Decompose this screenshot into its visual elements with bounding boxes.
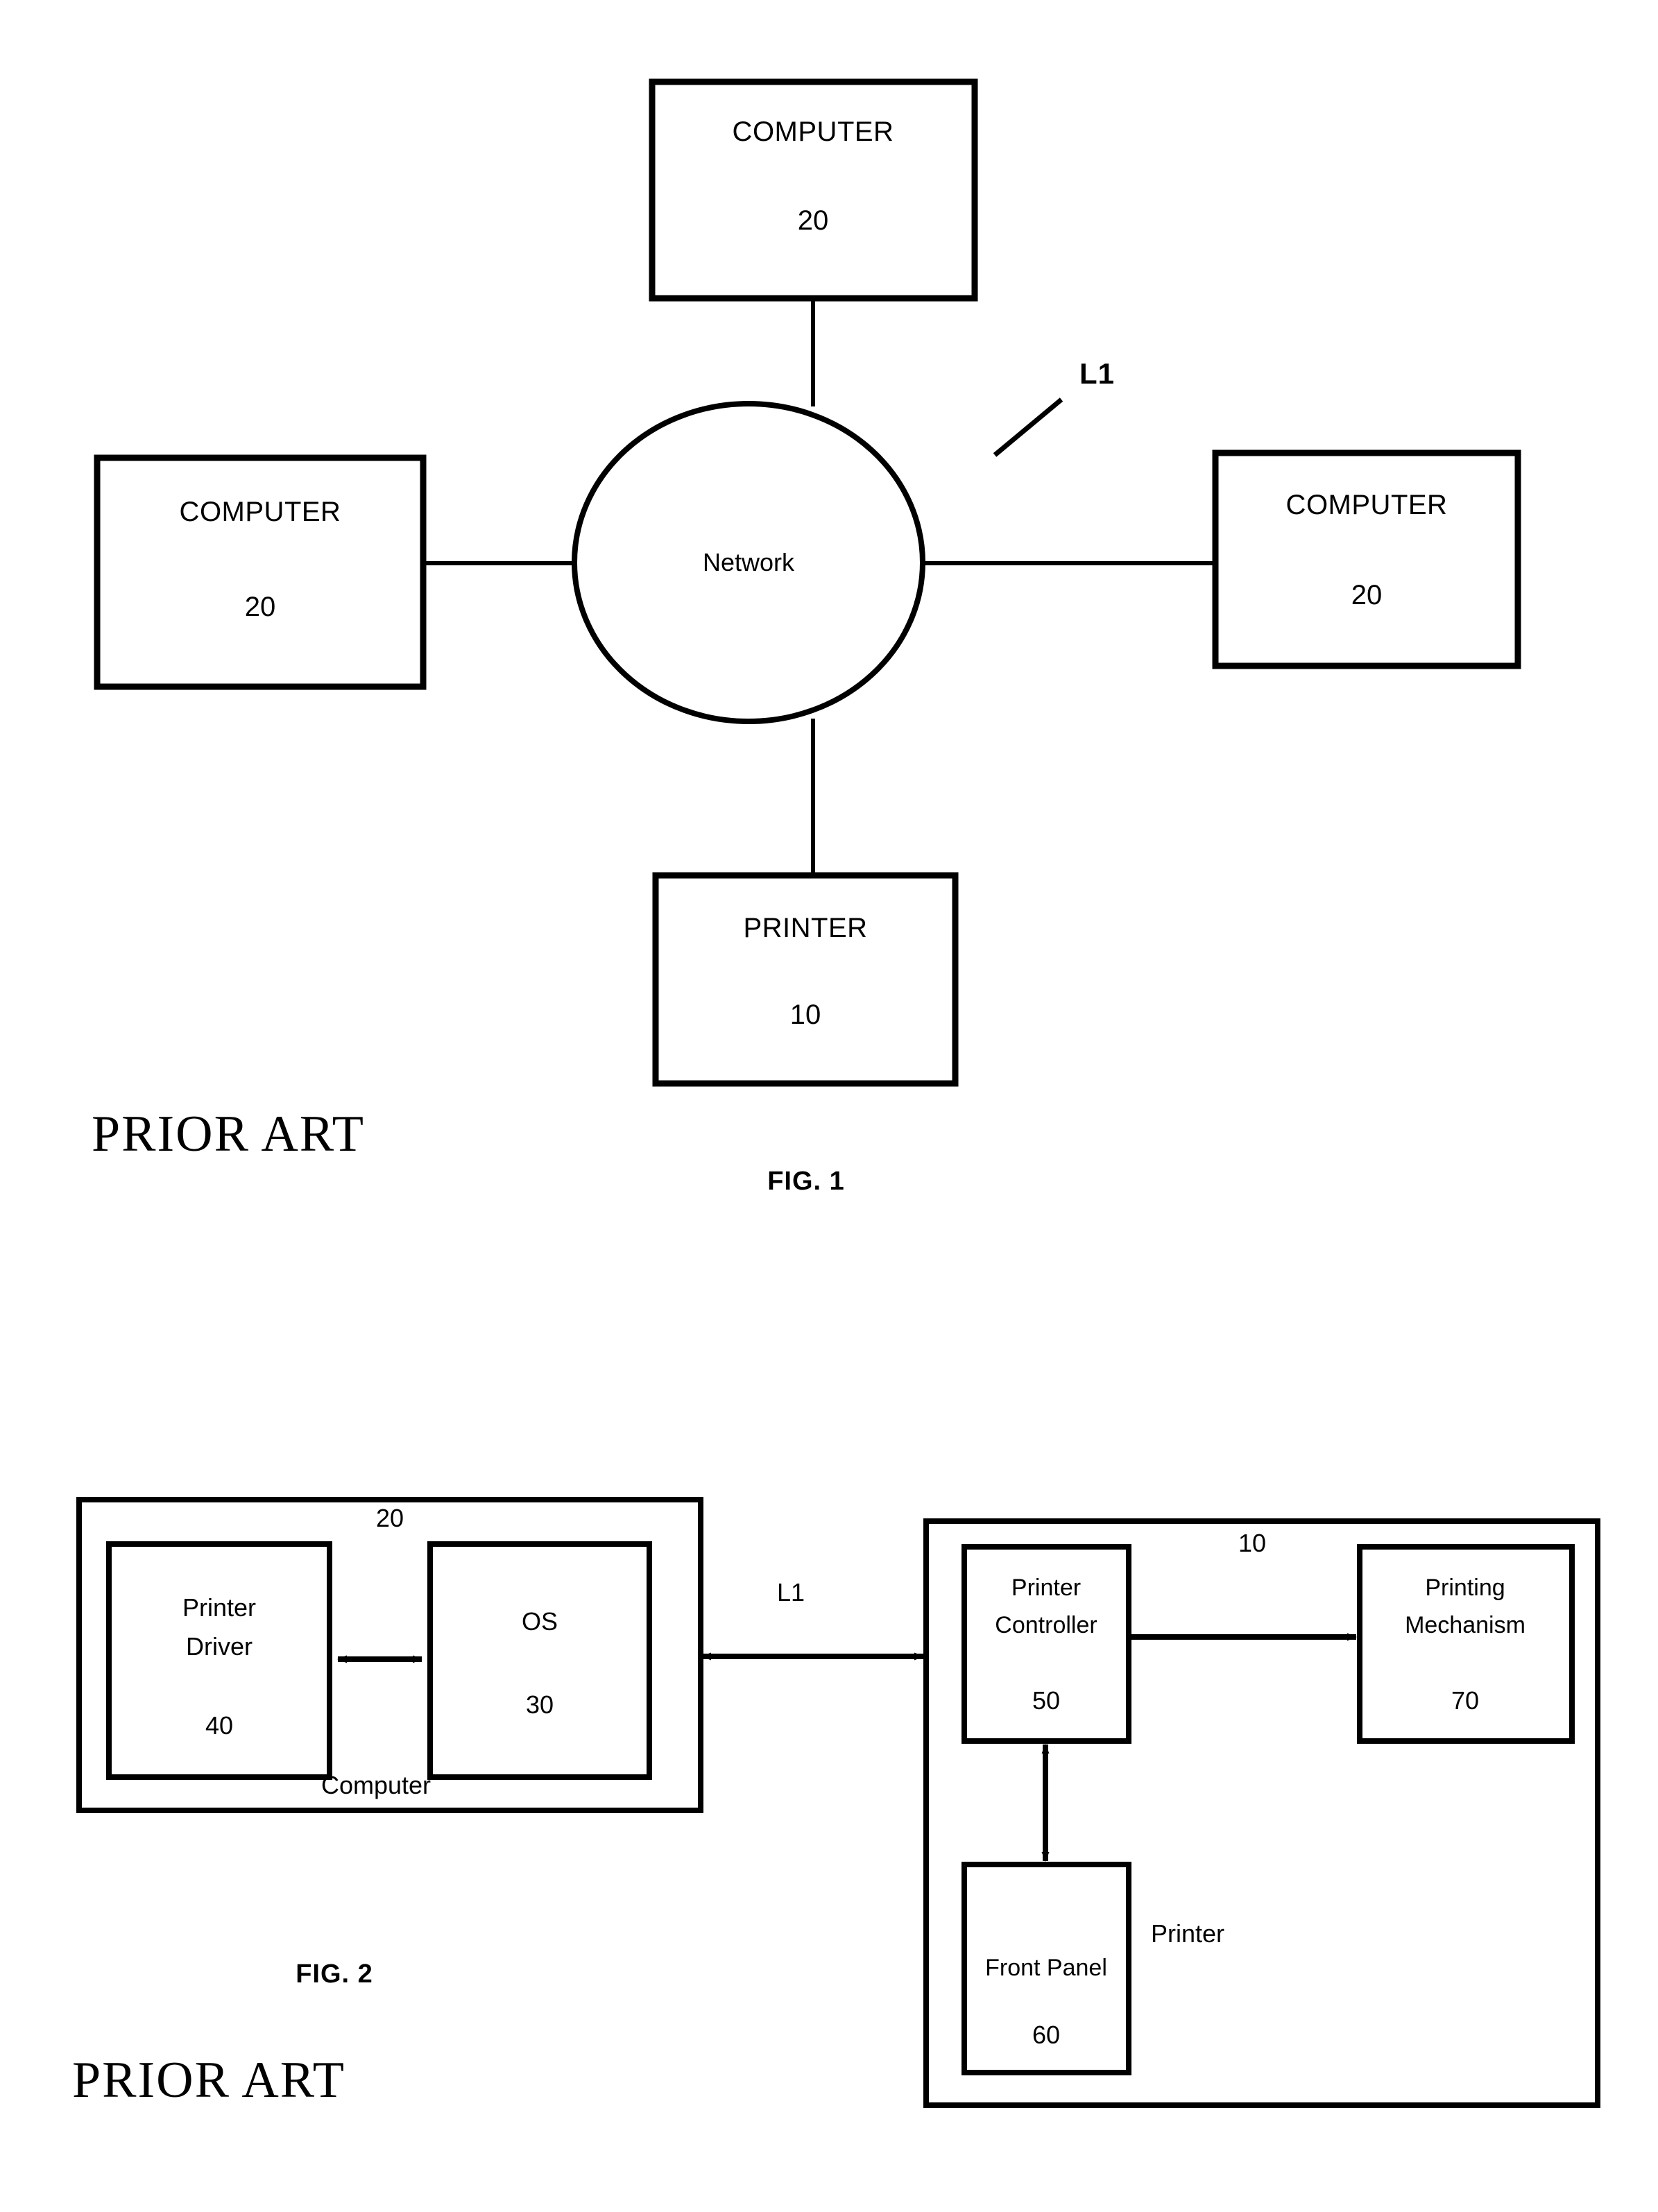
printing-mechanism-title-line2: Mechanism	[1405, 1612, 1525, 1638]
printer-driver-title-line2: Driver	[186, 1632, 253, 1661]
computer-top-ref: 20	[797, 205, 829, 236]
os-title-line1: OS	[521, 1607, 558, 1636]
network-label: Network	[702, 548, 795, 576]
computer-left-ref: 20	[244, 592, 276, 622]
computer-left-box	[94, 454, 427, 690]
printer-driver-ref: 40	[205, 1711, 234, 1740]
computer-group-ref: 20	[375, 1504, 404, 1532]
printing-mechanism-title-line1: Printing	[1425, 1575, 1505, 1601]
printer-bottom-ref: 10	[789, 1000, 821, 1030]
computer-top-title: COMPUTER	[732, 117, 894, 147]
printer-group-caption: Printer	[1150, 1919, 1225, 1948]
fig1-prior-art-label: PRIOR ART	[92, 1106, 365, 1163]
computer-right-title: COMPUTER	[1285, 490, 1448, 520]
printer-controller-title-line1: Printer	[1011, 1575, 1082, 1601]
fig1-l1-label: L1	[1079, 357, 1116, 390]
printer-bottom-title: PRINTER	[743, 913, 868, 943]
printer-controller-title-line2: Controller	[995, 1612, 1097, 1638]
os-box	[427, 1541, 652, 1780]
os-ref: 30	[525, 1690, 554, 1719]
printing-mechanism-ref: 70	[1451, 1686, 1480, 1715]
printer-controller-ref: 50	[1032, 1686, 1061, 1715]
printer-driver-box	[106, 1541, 332, 1780]
fig2-l1-label: L1	[776, 1578, 805, 1606]
front-panel-title: Front Panel	[985, 1955, 1107, 1981]
fig1-caption: FIG. 1	[767, 1167, 845, 1196]
computer-top-box	[649, 78, 978, 302]
computer-left-title: COMPUTER	[179, 497, 341, 527]
computer-right-ref: 20	[1351, 580, 1383, 610]
printer-bottom-box	[652, 872, 959, 1087]
l1-leader-line	[993, 397, 1063, 457]
front-panel-ref: 60	[1032, 2021, 1061, 2049]
patent-drawing-sheet: COMPUTER 20 COMPUTER 20 COMPUTER 20 PRIN…	[0, 0, 1658, 2212]
computer-right-box	[1212, 449, 1521, 669]
fig2-prior-art-label: PRIOR ART	[72, 2052, 345, 2109]
computer-group-caption: Computer	[321, 1771, 431, 1799]
printer-driver-title-line1: Printer	[182, 1593, 257, 1622]
fig2-caption: FIG. 2	[296, 1960, 373, 1989]
printer-group-ref: 10	[1238, 1529, 1267, 1557]
